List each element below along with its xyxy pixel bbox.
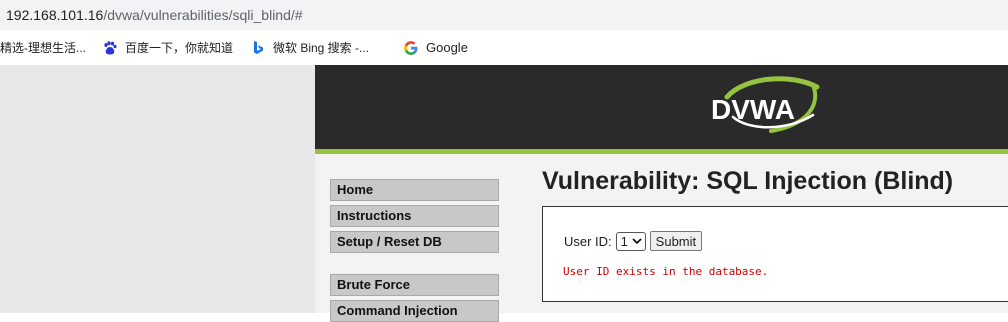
menu-item-home[interactable]: Home [330,179,499,201]
bing-icon [250,40,266,56]
bookmark-label: 百度一下，你就知道 [125,41,234,55]
dvwa-page: DVWA Home Instructions Setup / Reset DB … [315,65,1008,322]
bookmark-label: Google [426,40,468,55]
user-id-form: User ID: 1 Submit [564,231,703,251]
url-text[interactable]: 192.168.101.16/dvwa/vulnerabilities/sqli… [6,7,303,23]
url-path: /dvwa/vulnerabilities/sqli_blind/# [103,7,303,23]
bookmark-bing[interactable]: 微软 Bing 搜索 -... [250,39,369,56]
page-header: DVWA [315,65,1008,149]
bookmark-label: 微软 Bing 搜索 -... [273,41,370,55]
page-title: Vulnerability: SQL Injection (Blind) [542,167,954,195]
submit-button[interactable]: Submit [649,231,703,251]
chevron-down-icon [632,235,642,250]
bookmark-baidu[interactable]: 百度一下，你就知道 [102,39,233,56]
user-id-label: User ID: [564,233,612,249]
page-gutter [0,65,315,313]
bookmark-jingxuan[interactable]: 精选-理想生活... [0,39,86,56]
user-id-select[interactable]: 1 [615,231,646,251]
bookmark-label: 精选-理想生活... [0,41,86,55]
menu-item-command-injection[interactable]: Command Injection [330,300,499,322]
result-message: User ID exists in the database. [563,265,769,278]
address-bar[interactable]: 192.168.101.16/dvwa/vulnerabilities/sqli… [0,0,1008,30]
bookmark-google[interactable]: Google [403,40,468,56]
google-icon [403,40,419,56]
user-id-select-value: 1 [620,233,628,249]
dvwa-logo: DVWA [709,71,821,150]
header-accent-bar [315,149,1008,154]
baidu-icon [102,40,118,56]
vulnerable-code-area: User ID: 1 Submit User ID exists in the … [542,206,1008,302]
menu-item-instructions[interactable]: Instructions [330,205,499,227]
bookmarks-bar: 精选-理想生活... 百度一下，你就知道 微软 Bing 搜索 -... Goo… [0,30,1008,65]
url-host: 192.168.101.16 [6,7,104,23]
svg-text:DVWA: DVWA [711,94,795,125]
menu-item-setup-reset-db[interactable]: Setup / Reset DB [330,231,499,253]
menu-item-brute-force[interactable]: Brute Force [330,274,499,296]
